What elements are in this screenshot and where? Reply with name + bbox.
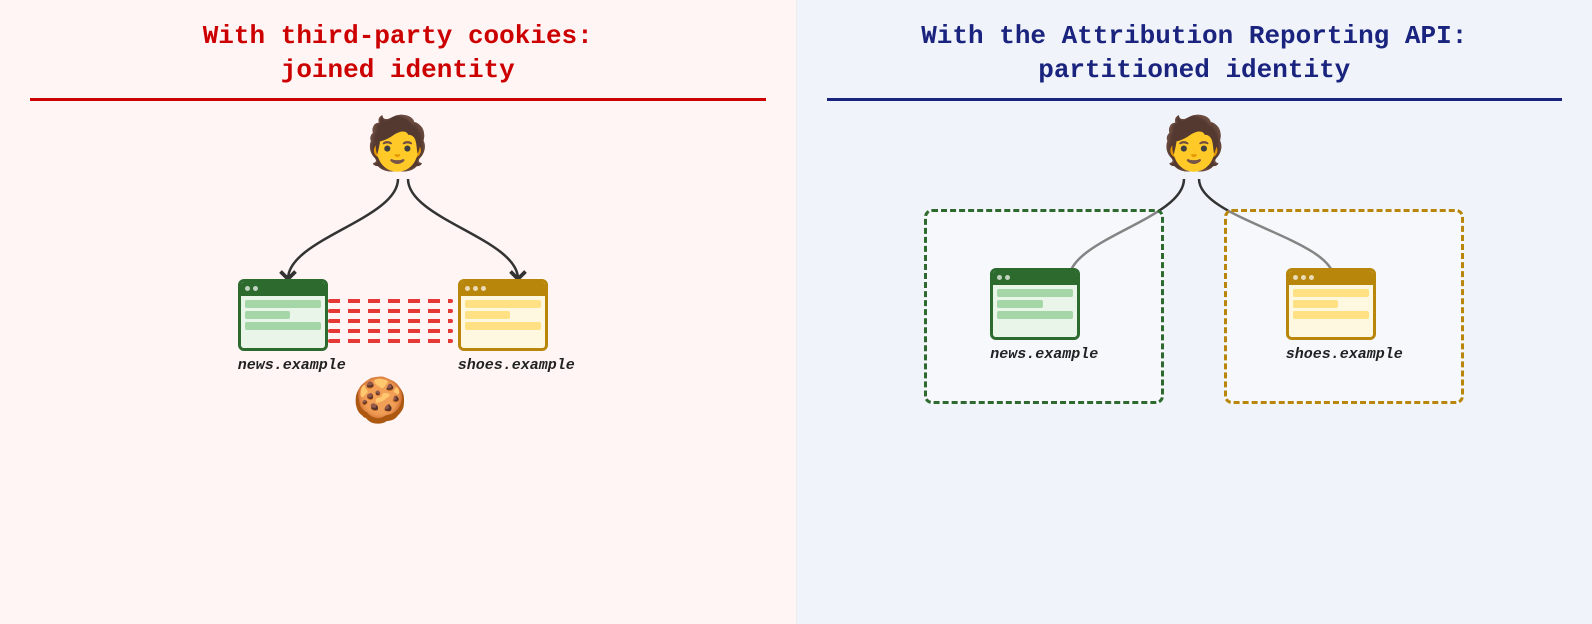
site-label-news-right: news.example <box>990 346 1098 363</box>
right-title-line1: With the Attribution Reporting API: <box>921 21 1467 51</box>
site-label-news-left: news.example <box>238 357 346 374</box>
browser-news-right: news.example <box>990 268 1098 363</box>
left-panel: With third-party cookies: joined identit… <box>0 0 797 624</box>
left-title-line1: With third-party cookies: <box>203 21 593 51</box>
left-divider <box>30 98 766 101</box>
cookie-icon: 🍪 <box>353 374 408 426</box>
site-label-shoes-right: shoes.example <box>1286 346 1403 363</box>
right-title-line2: partitioned identity <box>1038 55 1350 85</box>
browser-shoes-left: shoes.example <box>458 279 575 374</box>
browser-shoes-right: shoes.example <box>1286 268 1403 363</box>
partition-box-news: news.example <box>924 209 1164 404</box>
right-panel: With the Attribution Reporting API: part… <box>797 0 1592 624</box>
site-label-shoes-left: shoes.example <box>458 357 575 374</box>
right-panel-title: With the Attribution Reporting API: part… <box>921 20 1467 88</box>
right-diagram: 🧑 <box>894 119 1494 459</box>
right-divider <box>827 98 1563 101</box>
left-panel-title: With third-party cookies: joined identit… <box>203 20 593 88</box>
left-title-line2: joined identity <box>281 55 515 85</box>
red-connection-lines <box>328 291 453 351</box>
left-diagram: 🧑 <box>158 119 638 459</box>
partition-box-shoes: shoes.example <box>1224 209 1464 404</box>
